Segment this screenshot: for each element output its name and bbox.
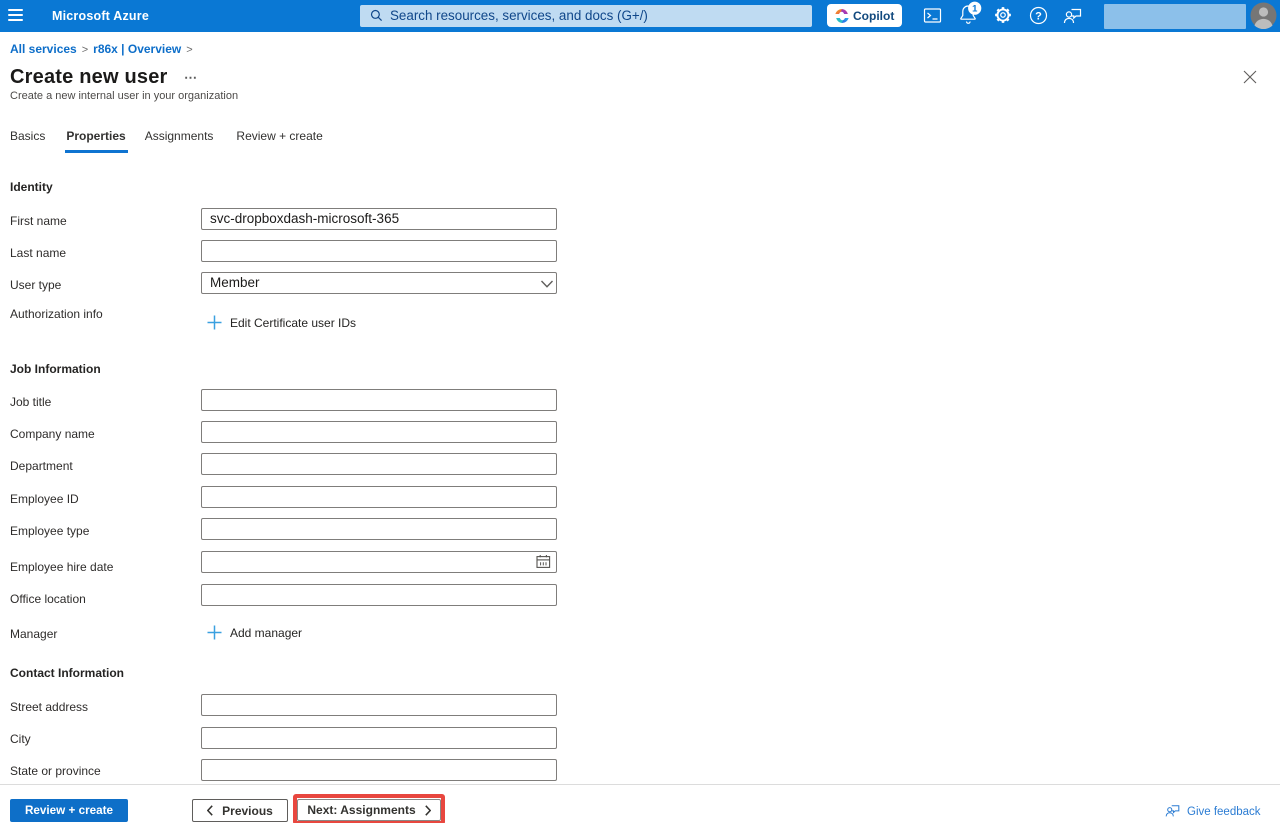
svg-text:1: 1 [972, 4, 978, 15]
svg-text:?: ? [1035, 10, 1042, 22]
